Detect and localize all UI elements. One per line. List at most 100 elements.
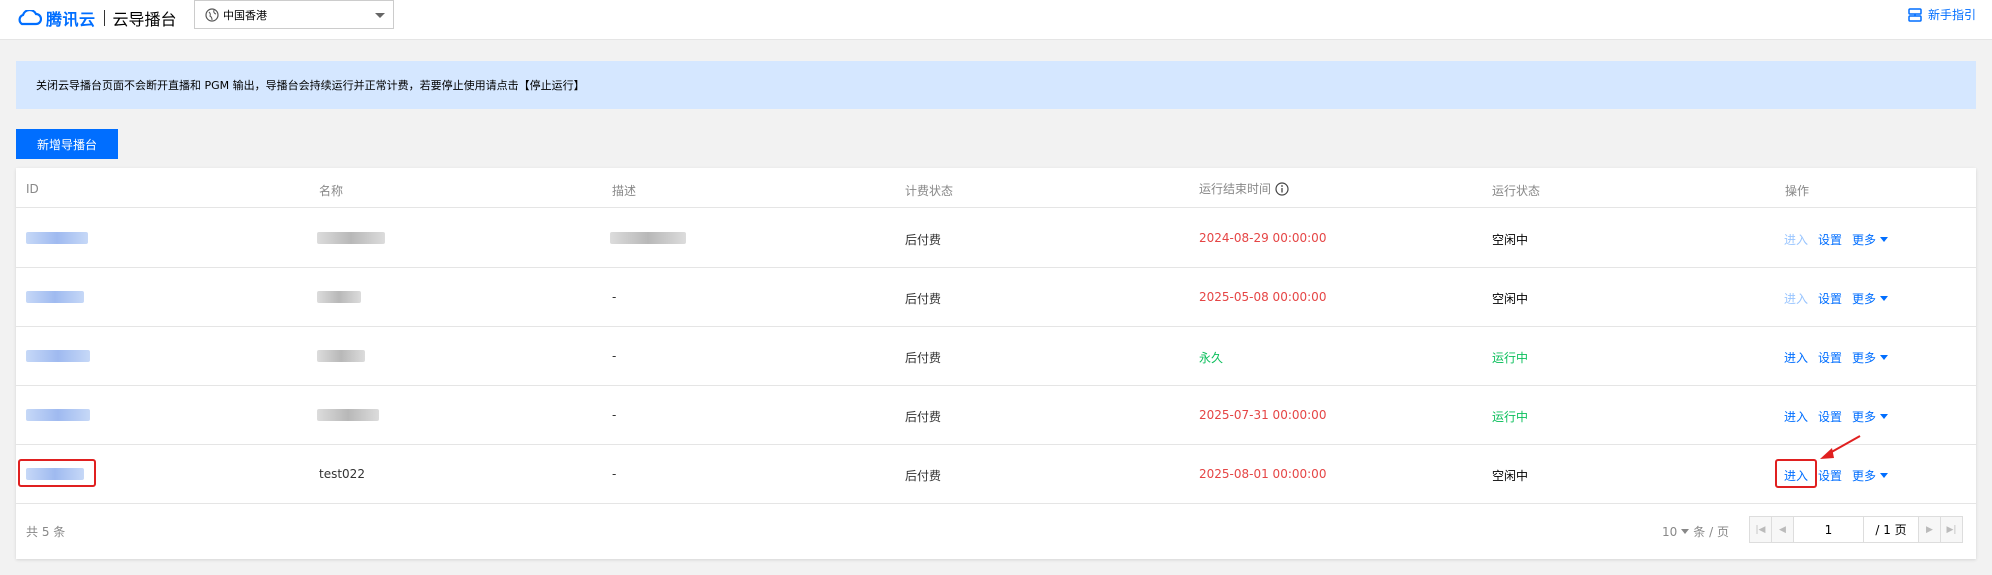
id-highlight-box (18, 459, 96, 487)
cloud-logo-icon (18, 10, 42, 26)
globe-icon (205, 7, 219, 22)
row-description: - (612, 290, 617, 304)
row-id-link[interactable] (26, 291, 84, 303)
chevron-down-icon (1880, 296, 1889, 301)
first-page-icon[interactable]: |◀ (1750, 517, 1772, 542)
table-row: - 后付费 2025-05-08 00:00:00 空闲中 进入 设置 更多 (16, 268, 1976, 327)
notice-text: 关闭云导播台页面不会断开直播和 PGM 输出，导播台会持续运行并正常计费，若要停… (36, 79, 585, 92)
chevron-down-icon (1880, 473, 1889, 478)
total-count: 共 5 条 (26, 525, 66, 539)
chevron-down-icon (1880, 414, 1889, 419)
row-actions: 进入 设置 更多 (1784, 231, 1889, 248)
column-header-description: 描述 (612, 184, 637, 198)
annotation-arrow-icon (1820, 435, 1861, 459)
region-select[interactable]: 中国香港 (194, 0, 394, 29)
table-row: - 后付费 永久 运行中 进入 设置 更多 (16, 327, 1976, 386)
more-dropdown[interactable]: 更多 (1852, 408, 1889, 425)
director-table: ID 名称 描述 计费状态 运行结束时间 运行状态 操作 后付费 2024-08… (16, 168, 1976, 559)
more-label: 更多 (1852, 469, 1877, 483)
guide-label: 新手指引 (1927, 8, 1976, 22)
chevron-down-icon (375, 13, 385, 18)
row-status: 空闲中 (1492, 233, 1529, 247)
chevron-down-icon (1880, 237, 1889, 242)
prev-page-icon[interactable]: ◀ (1772, 517, 1794, 542)
table-header: ID 名称 描述 计费状态 运行结束时间 运行状态 操作 (16, 168, 1976, 208)
row-actions: 进入 设置 更多 (1784, 290, 1889, 307)
row-name (317, 291, 361, 303)
row-end-time: 2024-08-29 00:00:00 (1199, 231, 1327, 245)
table-footer: 共 5 条 10 条 / 页 |◀ ◀ / 1 页 ▶ ▶| (16, 503, 1976, 559)
enter-button[interactable]: 进入 (1784, 231, 1808, 248)
row-name (317, 409, 379, 421)
column-header-id: ID (26, 182, 39, 196)
column-header-actions: 操作 (1785, 184, 1810, 198)
settings-button[interactable]: 设置 (1818, 349, 1842, 366)
page-size-value: 10 (1662, 524, 1678, 539)
row-end-time: 2025-08-01 00:00:00 (1199, 467, 1327, 481)
row-description: - (612, 467, 617, 481)
more-dropdown[interactable]: 更多 (1852, 349, 1889, 366)
more-label: 更多 (1852, 410, 1877, 424)
column-header-end-time: 运行结束时间 (1199, 180, 1289, 197)
row-name (317, 232, 385, 244)
row-status: 空闲中 (1492, 292, 1529, 306)
logo-divider (103, 10, 105, 26)
settings-button[interactable]: 设置 (1818, 231, 1842, 248)
column-header-status: 运行状态 (1492, 184, 1541, 198)
table-row: - 后付费 2025-07-31 00:00:00 运行中 进入 设置 更多 (16, 386, 1976, 445)
row-billing: 后付费 (905, 292, 942, 306)
more-dropdown[interactable]: 更多 (1852, 467, 1889, 484)
row-id-link[interactable] (26, 350, 90, 362)
row-billing: 后付费 (905, 351, 942, 365)
row-name: test022 (319, 467, 365, 481)
row-status: 空闲中 (1492, 469, 1529, 483)
notice-banner: 关闭云导播台页面不会断开直播和 PGM 输出，导播台会持续运行并正常计费，若要停… (16, 61, 1976, 109)
page-number-input[interactable] (1794, 517, 1864, 542)
table-row: test022 - 后付费 2025-08-01 00:00:00 空闲中 进入… (16, 445, 1976, 504)
logo[interactable]: 腾讯云 云导播台 (16, 4, 177, 32)
total-pages: / 1 页 (1875, 523, 1907, 537)
column-header-billing: 计费状态 (905, 184, 954, 198)
column-header-end-time-label: 运行结束时间 (1199, 182, 1272, 196)
row-actions: 进入 设置 更多 (1784, 408, 1889, 425)
chevron-down-icon (1880, 355, 1889, 360)
page-size-suffix: 条 / 页 (1693, 525, 1729, 539)
enter-highlight-box (1775, 459, 1817, 488)
row-end-time: 2025-05-08 00:00:00 (1199, 290, 1327, 304)
row-id-link[interactable] (26, 232, 88, 244)
enter-button[interactable]: 进入 (1784, 349, 1808, 366)
pager: |◀ ◀ / 1 页 ▶ ▶| (1749, 516, 1963, 543)
create-director-button[interactable]: 新增导播台 (16, 129, 118, 159)
row-end-time: 2025-07-31 00:00:00 (1199, 408, 1327, 422)
row-id-link[interactable] (26, 409, 90, 421)
beginner-guide-link[interactable]: 新手指引 (1908, 6, 1976, 23)
enter-button[interactable]: 进入 (1784, 290, 1808, 307)
row-billing: 后付费 (905, 410, 942, 424)
page-size-select[interactable]: 10 条 / 页 (1662, 523, 1729, 540)
info-icon[interactable] (1275, 181, 1289, 196)
guide-icon (1908, 7, 1922, 22)
more-label: 更多 (1852, 351, 1877, 365)
row-name (317, 350, 365, 362)
region-label: 中国香港 (223, 8, 267, 22)
settings-button[interactable]: 设置 (1818, 408, 1842, 425)
product-name: 云导播台 (112, 10, 177, 29)
top-bar: 腾讯云 云导播台 中国香港 新手指引 (0, 0, 1992, 40)
brand-name: 腾讯云 (46, 10, 96, 29)
enter-button[interactable]: 进入 (1784, 408, 1808, 425)
more-dropdown[interactable]: 更多 (1852, 231, 1889, 248)
chevron-down-icon (1681, 529, 1690, 534)
row-billing: 后付费 (905, 233, 942, 247)
row-status: 运行中 (1492, 351, 1529, 365)
more-dropdown[interactable]: 更多 (1852, 290, 1889, 307)
row-description: - (612, 349, 617, 363)
settings-button[interactable]: 设置 (1818, 467, 1842, 484)
last-page-icon[interactable]: ▶| (1940, 517, 1962, 542)
row-end-time: 永久 (1199, 351, 1224, 365)
row-billing: 后付费 (905, 469, 942, 483)
settings-button[interactable]: 设置 (1818, 290, 1842, 307)
next-page-icon[interactable]: ▶ (1918, 517, 1940, 542)
table-row: 后付费 2024-08-29 00:00:00 空闲中 进入 设置 更多 (16, 209, 1976, 268)
column-header-name: 名称 (319, 184, 344, 198)
row-description (610, 232, 686, 244)
